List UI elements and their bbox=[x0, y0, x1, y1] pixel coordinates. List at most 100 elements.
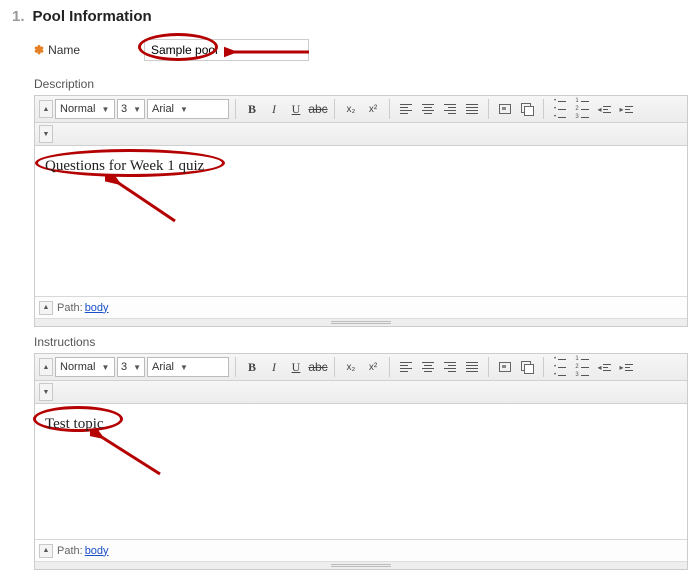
section-title: Pool Information bbox=[33, 8, 152, 25]
image-icon bbox=[499, 362, 511, 372]
toolbar-separator bbox=[543, 357, 544, 377]
size-select[interactable]: 3▼ bbox=[117, 99, 145, 119]
indent-button[interactable]: ▸ bbox=[616, 99, 636, 119]
editor-toolbar: ▲ Normal▼ 3▼ Arial▼ B I U abc x₂ x² ••• … bbox=[35, 96, 687, 123]
editor-toolbar: ▲ Normal▼ 3▼ Arial▼ B I U abc x₂ x² ••• … bbox=[35, 354, 687, 381]
path-toggle-icon[interactable]: ▲ bbox=[39, 544, 53, 558]
italic-button[interactable]: I bbox=[264, 357, 284, 377]
bullet-list-icon: ••• bbox=[554, 356, 566, 378]
toolbar-expand-row: ▼ bbox=[35, 123, 687, 146]
bold-button[interactable]: B bbox=[242, 357, 262, 377]
align-left-button[interactable] bbox=[396, 99, 416, 119]
subscript-button[interactable]: x₂ bbox=[341, 357, 361, 377]
instructions-content: Test topic bbox=[45, 416, 104, 432]
path-toggle-icon[interactable]: ▲ bbox=[39, 301, 53, 315]
indent-button[interactable]: ▸ bbox=[616, 357, 636, 377]
strikethrough-button[interactable]: abc bbox=[308, 99, 328, 119]
font-select[interactable]: Arial▼ bbox=[147, 99, 229, 119]
toolbar-collapse-icon[interactable]: ▲ bbox=[39, 100, 53, 118]
toolbar-separator bbox=[235, 99, 236, 119]
instructions-label: Instructions bbox=[34, 335, 688, 349]
outdent-icon: ◂ bbox=[597, 363, 610, 372]
superscript-button[interactable]: x² bbox=[363, 357, 383, 377]
name-input[interactable] bbox=[144, 39, 309, 61]
subscript-button[interactable]: x₂ bbox=[341, 99, 361, 119]
description-content: Questions for Week 1 quiz bbox=[45, 158, 204, 174]
italic-button[interactable]: I bbox=[264, 99, 284, 119]
align-left-button[interactable] bbox=[396, 357, 416, 377]
chevron-down-icon: ▼ bbox=[133, 363, 141, 372]
toolbar-expand-icon[interactable]: ▼ bbox=[39, 125, 53, 143]
bullet-list-icon: ••• bbox=[554, 98, 566, 120]
align-center-button[interactable] bbox=[418, 99, 438, 119]
align-justify-button[interactable] bbox=[462, 357, 482, 377]
toolbar-separator bbox=[488, 357, 489, 377]
toolbar-separator bbox=[488, 99, 489, 119]
copy-icon bbox=[521, 103, 533, 115]
toolbar-expand-icon[interactable]: ▼ bbox=[39, 383, 53, 401]
image-icon bbox=[499, 104, 511, 114]
underline-button[interactable]: U bbox=[286, 357, 306, 377]
underline-button[interactable]: U bbox=[286, 99, 306, 119]
copy-button[interactable] bbox=[517, 357, 537, 377]
number-list-button[interactable]: 123 bbox=[572, 99, 592, 119]
chevron-down-icon: ▼ bbox=[101, 105, 109, 114]
annotation-arrow-icon bbox=[90, 430, 170, 480]
superscript-button[interactable]: x² bbox=[363, 99, 383, 119]
number-list-button[interactable]: 123 bbox=[572, 357, 592, 377]
path-body-link[interactable]: body bbox=[85, 545, 109, 557]
outdent-button[interactable]: ◂ bbox=[594, 357, 614, 377]
chevron-down-icon: ▼ bbox=[133, 105, 141, 114]
format-select[interactable]: Normal▼ bbox=[55, 99, 115, 119]
chevron-down-icon: ▼ bbox=[180, 105, 188, 114]
description-editor: ▲ Normal▼ 3▼ Arial▼ B I U abc x₂ x² ••• … bbox=[34, 95, 688, 327]
align-right-button[interactable] bbox=[440, 357, 460, 377]
description-textarea[interactable]: Questions for Week 1 quiz bbox=[35, 146, 687, 296]
editor-resize-handle[interactable] bbox=[35, 561, 687, 569]
toolbar-separator bbox=[334, 357, 335, 377]
image-button[interactable] bbox=[495, 357, 515, 377]
indent-icon: ▸ bbox=[619, 105, 632, 114]
chevron-down-icon: ▼ bbox=[180, 363, 188, 372]
toolbar-collapse-icon[interactable]: ▲ bbox=[39, 358, 53, 376]
instructions-textarea[interactable]: Test topic bbox=[35, 404, 687, 539]
description-label: Description bbox=[34, 77, 688, 91]
align-justify-button[interactable] bbox=[462, 99, 482, 119]
format-select[interactable]: Normal▼ bbox=[55, 357, 115, 377]
bold-button[interactable]: B bbox=[242, 99, 262, 119]
toolbar-separator bbox=[389, 357, 390, 377]
annotation-arrow-icon bbox=[105, 176, 185, 226]
name-field-row: ✽Name bbox=[34, 39, 688, 61]
toolbar-separator bbox=[235, 357, 236, 377]
image-button[interactable] bbox=[495, 99, 515, 119]
editor-path-bar: ▲ Path: body bbox=[35, 539, 687, 561]
align-right-button[interactable] bbox=[440, 99, 460, 119]
font-select[interactable]: Arial▼ bbox=[147, 357, 229, 377]
path-label: Path: bbox=[57, 302, 83, 314]
outdent-icon: ◂ bbox=[597, 105, 610, 114]
required-star-icon: ✽ bbox=[34, 43, 44, 57]
editor-path-bar: ▲ Path: body bbox=[35, 296, 687, 318]
toolbar-separator bbox=[543, 99, 544, 119]
copy-icon bbox=[521, 361, 533, 373]
path-body-link[interactable]: body bbox=[85, 302, 109, 314]
copy-button[interactable] bbox=[517, 99, 537, 119]
instructions-editor: ▲ Normal▼ 3▼ Arial▼ B I U abc x₂ x² ••• … bbox=[34, 353, 688, 570]
number-list-icon: 123 bbox=[575, 98, 588, 120]
number-list-icon: 123 bbox=[575, 356, 588, 378]
section-number: 1. bbox=[12, 8, 25, 25]
align-center-button[interactable] bbox=[418, 357, 438, 377]
strikethrough-button[interactable]: abc bbox=[308, 357, 328, 377]
size-select[interactable]: 3▼ bbox=[117, 357, 145, 377]
chevron-down-icon: ▼ bbox=[101, 363, 109, 372]
name-label: ✽Name bbox=[34, 43, 144, 57]
outdent-button[interactable]: ◂ bbox=[594, 99, 614, 119]
path-label: Path: bbox=[57, 545, 83, 557]
indent-icon: ▸ bbox=[619, 363, 632, 372]
bullet-list-button[interactable]: ••• bbox=[550, 357, 570, 377]
bullet-list-button[interactable]: ••• bbox=[550, 99, 570, 119]
toolbar-expand-row: ▼ bbox=[35, 381, 687, 404]
toolbar-separator bbox=[389, 99, 390, 119]
editor-resize-handle[interactable] bbox=[35, 318, 687, 326]
toolbar-separator bbox=[334, 99, 335, 119]
